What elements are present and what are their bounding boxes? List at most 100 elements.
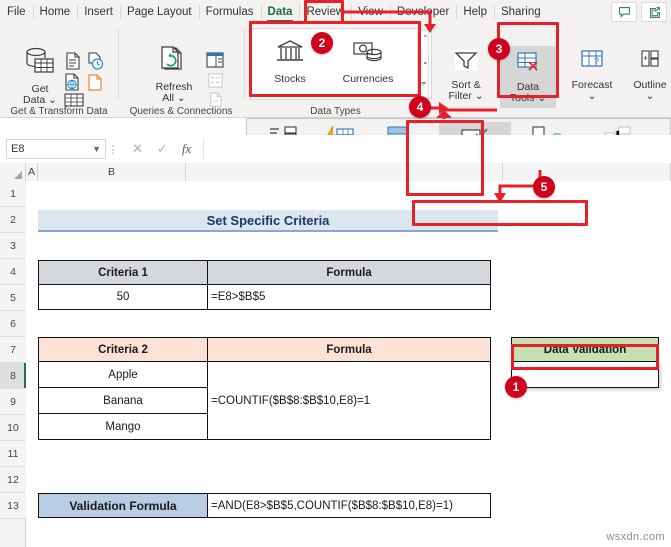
annotation-badge-4: 4 <box>409 96 431 118</box>
tab-review-label: Review <box>306 6 345 18</box>
formula-input[interactable] <box>203 139 671 159</box>
tab-developer[interactable]: Developer <box>389 0 456 24</box>
sheet-cells: Set Specific Criteria Criteria 1 Formula… <box>26 181 671 547</box>
data-tools-label1: Data <box>516 80 540 93</box>
stocks-label: Stocks <box>274 72 306 85</box>
enter-icon[interactable]: ✓ <box>157 141 168 157</box>
tab-review[interactable]: Review <box>299 0 351 24</box>
group-label-queries: Queries & Connections <box>129 106 233 117</box>
currencies-icon <box>333 38 403 72</box>
tab-home-label: Home <box>39 6 71 18</box>
formula-bar-handle[interactable]: ⋮ <box>106 143 120 156</box>
data-validation-header: Data Validation <box>511 337 659 362</box>
table2-cell-merged-formula[interactable]: =COUNTIF($B$8:$B$10,E8)=1 <box>208 362 491 440</box>
row-header-2[interactable]: 2 <box>0 207 26 233</box>
sort-filter-label1: Sort & <box>451 78 481 91</box>
currencies-button[interactable]: Currencies <box>333 38 403 85</box>
outline-label: Outline <box>633 78 667 91</box>
refresh-all-button[interactable]: Refresh All ⌄ <box>144 46 204 105</box>
sort-filter-button[interactable]: Sort & Filter ⌄ <box>438 46 494 103</box>
row-header-3[interactable]: 3 <box>0 233 26 259</box>
queries-connections-icon[interactable] <box>205 51 225 74</box>
tab-formulas[interactable]: Formulas <box>198 0 261 24</box>
select-all-triangle-icon <box>14 171 22 179</box>
title-banner: Set Specific Criteria <box>38 210 498 232</box>
column-header-b[interactable]: B <box>38 163 186 181</box>
select-all-corner[interactable] <box>0 163 26 181</box>
name-box[interactable]: E8 ▼ <box>6 139 106 159</box>
fx-icon[interactable]: fx <box>182 141 191 157</box>
divider <box>244 28 245 100</box>
chevron-down-icon[interactable]: ▼ <box>92 144 101 154</box>
tab-home[interactable]: Home <box>32 0 78 24</box>
ribbon-group-data-types: Stocks Currencies ⌃ ⌄ ⩦ Data Types <box>248 24 432 118</box>
column-header-c[interactable] <box>186 163 503 181</box>
forecast-button[interactable]: ? Forecast ⌄ <box>564 46 620 103</box>
annotation-badge-5: 5 <box>533 176 555 198</box>
row-header-13[interactable]: 13 <box>0 493 26 519</box>
tab-help-label: Help <box>463 6 487 18</box>
row-header-8[interactable]: 8 <box>0 363 26 389</box>
tab-page-layout[interactable]: Page Layout <box>119 0 199 24</box>
chevron-down-icon: ⌄ <box>474 90 484 102</box>
tab-sharing[interactable]: Sharing <box>493 0 548 24</box>
name-box-value: E8 <box>11 143 25 155</box>
chevron-down-icon: ⌄ <box>48 94 57 106</box>
get-data-icon <box>14 46 66 82</box>
row-header-4[interactable]: 4 <box>0 259 26 285</box>
excel-window: File Home Insert Page Layout Formulas Da… <box>0 0 671 547</box>
gallery-scrollbar[interactable]: ⌃ ⌄ ⩦ <box>418 29 432 99</box>
formula-bar-buttons: ✕ ✓ fx <box>120 141 203 157</box>
tab-insert[interactable]: Insert <box>77 0 120 24</box>
table1-header-criteria: Criteria 1 <box>38 260 208 285</box>
table2-cell-banana[interactable]: Banana <box>38 388 208 414</box>
ribbon-group-tools: Sort & Filter ⌄ Data Tools ⌄ ? Forecast … <box>432 24 671 118</box>
row-header-10[interactable]: 10 <box>0 415 26 441</box>
column-header-d[interactable] <box>503 163 671 181</box>
row-header-12[interactable]: 12 <box>0 467 26 493</box>
annotation-badge-3: 3 <box>488 38 510 60</box>
row-header-1[interactable]: 1 <box>0 181 26 207</box>
forecast-icon: ? <box>564 46 620 78</box>
tab-formulas-label: Formulas <box>205 6 254 18</box>
tabbar-right-icons <box>611 2 671 22</box>
table3-value[interactable]: =AND(E8>$B$5,COUNTIF($B$8:$B$10,E8)=1) <box>208 493 491 518</box>
currencies-label: Currencies <box>342 72 394 85</box>
row-header-6[interactable]: 6 <box>0 311 26 337</box>
outline-button[interactable]: Outline ⌄ <box>625 46 671 103</box>
formula-bar: E8 ▼ ⋮ ✕ ✓ fx <box>0 135 671 163</box>
row-header-9[interactable]: 9 <box>0 389 26 415</box>
data-tools-button[interactable]: Data Tools ⌄ <box>500 46 556 108</box>
table2-cell-mango[interactable]: Mango <box>38 414 208 440</box>
tab-help[interactable]: Help <box>456 0 494 24</box>
get-data-button[interactable]: Get Data ⌄ <box>14 46 66 107</box>
tab-data[interactable]: Data <box>260 0 300 24</box>
gallery-more-icon[interactable]: ⩦ <box>421 77 426 88</box>
share-icon[interactable] <box>641 2 667 22</box>
row-header-11[interactable]: 11 <box>0 441 26 467</box>
group-label-data-types: Data Types <box>310 106 361 117</box>
column-header-row: A B <box>0 163 671 181</box>
data-validation-input-cell[interactable] <box>511 362 659 388</box>
table1-cell-value[interactable]: 50 <box>38 285 208 310</box>
table1-cell-formula[interactable]: =E8>$B$5 <box>208 285 491 310</box>
comment-icon[interactable] <box>611 2 637 22</box>
spreadsheet-grid: A B 1 2 3 4 5 6 7 8 9 10 11 12 13 Set Sp… <box>0 163 671 547</box>
divider <box>428 28 429 100</box>
chevron-down-icon: ⌄ <box>537 92 547 104</box>
row-header-5[interactable]: 5 <box>0 285 26 311</box>
table3-header: Validation Formula <box>38 493 208 518</box>
row-header-7[interactable]: 7 <box>0 337 26 363</box>
svg-text:?: ? <box>594 56 599 66</box>
tab-file[interactable]: File <box>0 0 33 24</box>
refresh-all-label2: All <box>162 92 174 104</box>
column-header-a[interactable]: A <box>26 163 38 181</box>
tab-developer-label: Developer <box>396 6 450 18</box>
table2-cell-apple[interactable]: Apple <box>38 362 208 388</box>
ribbon-body: Get Data ⌄ Get & Transform Data Refresh … <box>0 24 671 118</box>
tab-view[interactable]: View <box>351 0 390 24</box>
group-label-get-transform: Get & Transform Data <box>10 106 108 117</box>
chevron-down-icon: ⌄ <box>176 92 186 104</box>
cancel-icon[interactable]: ✕ <box>132 141 143 157</box>
existing-connections-icon[interactable] <box>85 72 105 97</box>
